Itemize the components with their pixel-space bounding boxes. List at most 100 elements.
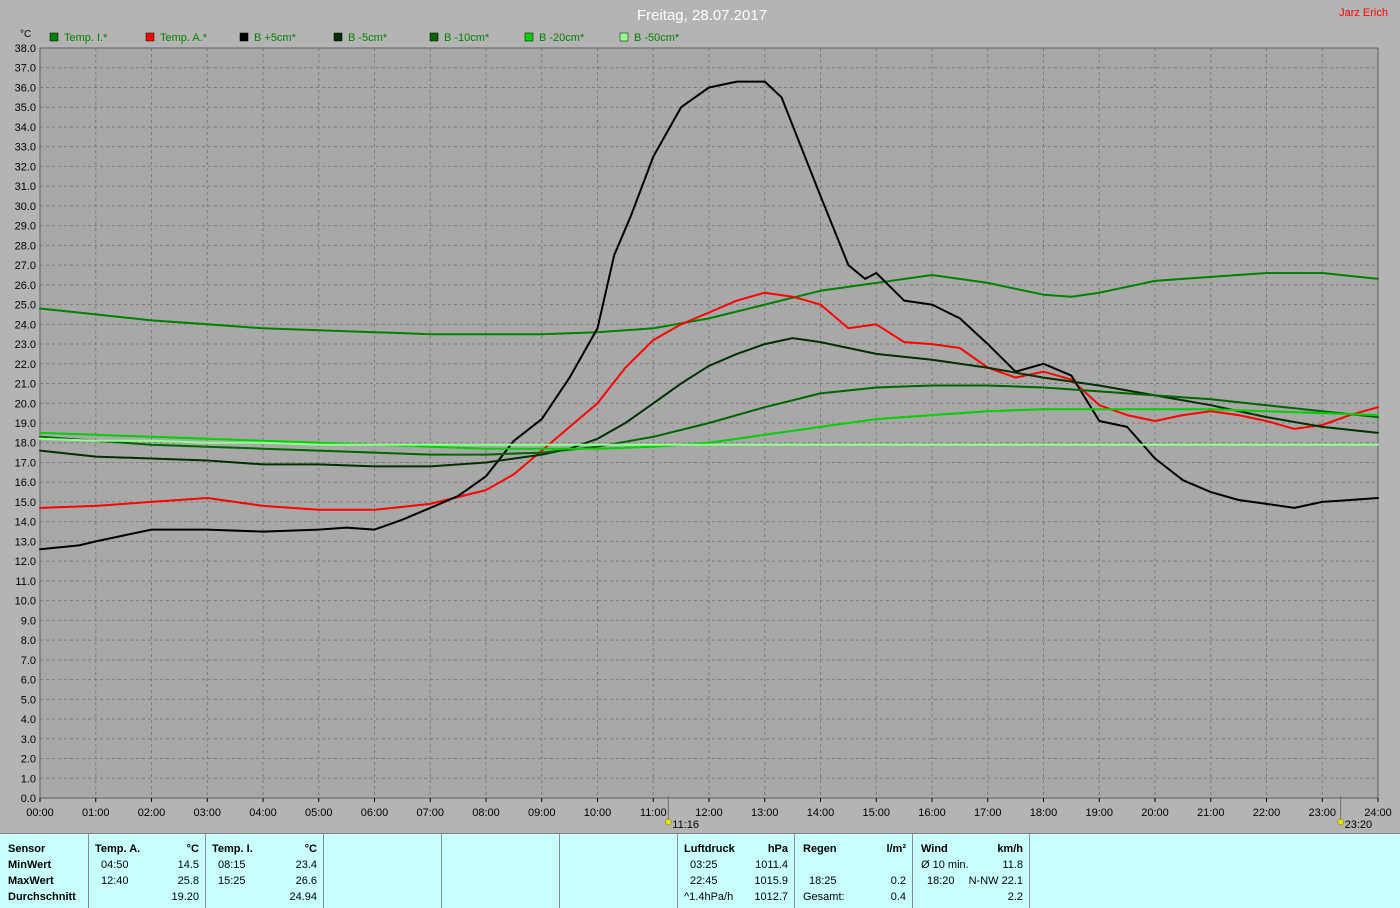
y-tick-label: 25.0	[15, 300, 36, 312]
x-tick-label: 05:00	[305, 807, 333, 819]
y-tick-label: 22.0	[15, 359, 36, 371]
y-tick-label: 19.0	[15, 418, 36, 430]
y-tick-label: 31.0	[15, 181, 36, 193]
temp-i-max-value: 26.6	[295, 875, 317, 887]
legend-swatch	[333, 32, 343, 42]
y-tick-label: 4.0	[21, 714, 36, 726]
pressure-unit: hPa	[767, 843, 788, 855]
y-tick-label: 7.0	[21, 655, 36, 667]
temp-a-max-value: 25.8	[177, 875, 199, 887]
legend-swatch	[239, 32, 249, 42]
y-tick-label: 14.0	[15, 517, 36, 529]
y-tick-label: 0.0	[21, 793, 36, 805]
x-tick-label: 17:00	[974, 807, 1002, 819]
rain-total-label: Gesamt:	[803, 891, 845, 903]
y-tick-label: 1.0	[21, 773, 36, 785]
wind-mean: 2.2	[1007, 891, 1023, 903]
rain-total: 0.4	[890, 891, 906, 903]
temp-a-min-time: 04:50	[101, 859, 129, 871]
sensor-header: Sensor	[8, 843, 46, 855]
x-tick-label: 04:00	[249, 807, 277, 819]
pressure-max-time: 22:45	[690, 875, 718, 887]
wind-header: Wind	[921, 843, 948, 855]
x-tick-label: 14:00	[807, 807, 835, 819]
y-tick-label: 33.0	[15, 142, 36, 154]
pressure-min-time: 03:25	[690, 859, 718, 871]
y-tick-label: 8.0	[21, 635, 36, 647]
pressure-min-value: 1011.4	[755, 859, 788, 871]
temp-i-max-time: 15:25	[218, 875, 246, 887]
rain-max-value: 0.2	[890, 875, 906, 887]
x-tick-label: 01:00	[82, 807, 110, 819]
sun-marker-label: 23:20	[1345, 819, 1373, 831]
legend-swatch	[619, 32, 629, 42]
x-tick-label: 19:00	[1085, 807, 1113, 819]
x-axis-ticks: 00:00 01:00 02:00 03:00 04:00 05:00 06:00 07:00…	[26, 798, 1392, 819]
temp-a-max-time: 12:40	[101, 875, 129, 887]
legend-label: Temp. I.*	[64, 32, 108, 44]
legend-label: Temp. A.*	[160, 32, 208, 44]
temp-a-average: 19.20	[171, 891, 199, 903]
legend-swatch	[429, 32, 439, 42]
y-tick-label: 37.0	[15, 63, 36, 75]
temp-i-unit: °C	[304, 843, 317, 855]
x-tick-label: 15:00	[862, 807, 890, 819]
x-tick-label: 13:00	[751, 807, 779, 819]
y-tick-label: 38.0	[15, 43, 36, 55]
y-tick-label: 24.0	[15, 319, 36, 331]
y-tick-label: 27.0	[15, 260, 36, 272]
y-tick-label: 13.0	[15, 536, 36, 548]
stats-col-empty-2	[442, 834, 560, 908]
stats-col-rain: Regen l/m² 18:25 0.2 Gesamt: 0.4	[795, 834, 913, 908]
x-tick-label: 18:00	[1030, 807, 1058, 819]
rain-max-time: 18:25	[809, 875, 837, 887]
stats-col-wind: Wind km/h Ø 10 min. 11.8 18:20 N-NW 22.1…	[913, 834, 1030, 908]
legend-label: B +5cm*	[254, 32, 297, 44]
x-tick-label: 09:00	[528, 807, 556, 819]
legend-label: B -10cm*	[444, 32, 490, 44]
temp-a-header: Temp. A.	[95, 843, 141, 855]
y-tick-label: 6.0	[21, 675, 36, 687]
y-tick-label: 17.0	[15, 457, 36, 469]
rain-header: Regen	[803, 843, 837, 855]
pressure-current: 1012.7	[754, 891, 788, 903]
temp-a-min-value: 14.5	[177, 859, 199, 871]
wind-avg-value: 11.8	[1002, 859, 1023, 871]
stats-col-sensor: Sensor MinWert MaxWert Durchschnitt	[0, 834, 89, 908]
y-tick-label: 10.0	[15, 596, 36, 608]
stats-col-pressure: Luftdruck hPa 03:25 1011.4 22:45 1015.9 …	[678, 834, 795, 908]
x-tick-label: 03:00	[193, 807, 221, 819]
temp-i-min-value: 23.4	[295, 859, 317, 871]
x-tick-label: 10:00	[584, 807, 612, 819]
rain-unit: l/m²	[886, 843, 906, 855]
y-tick-label: 20.0	[15, 398, 36, 410]
chart-title: Freitag, 28.07.2017	[637, 7, 767, 24]
legend-label: B -20cm*	[539, 32, 585, 44]
x-tick-label: 06:00	[361, 807, 389, 819]
stats-col-temp-a: Temp. A. °C 04:50 14.5 12:40 25.8 19.20	[89, 834, 206, 908]
y-tick-label: 9.0	[21, 615, 36, 627]
legend-label: B -50cm*	[634, 32, 680, 44]
wind-avg-label: Ø 10 min.	[921, 859, 969, 871]
y-tick-label: 15.0	[15, 497, 36, 509]
weather-chart: Freitag, 28.07.2017 Jarz Erich Temp. I.*…	[15, 7, 1392, 831]
legend-label: B -5cm*	[348, 32, 388, 44]
author-label: Jarz Erich	[1339, 7, 1388, 19]
durchschnitt-label: Durchschnitt	[8, 891, 76, 903]
x-tick-label: 08:00	[472, 807, 500, 819]
legend-swatch	[524, 32, 534, 42]
x-tick-label: 00:00	[26, 807, 54, 819]
y-tick-label: 5.0	[21, 694, 36, 706]
legend-swatch	[49, 32, 59, 42]
maxwert-label: MaxWert	[8, 875, 54, 887]
pressure-trend: ^1.4hPa/h	[684, 891, 734, 903]
statistics-panel: Sensor MinWert MaxWert Durchschnitt Temp…	[0, 833, 1400, 908]
x-tick-label: 21:00	[1197, 807, 1225, 819]
x-tick-label: 24:00	[1364, 807, 1392, 819]
temp-i-header: Temp. I.	[212, 843, 253, 855]
y-tick-label: 34.0	[15, 122, 36, 134]
y-tick-label: 16.0	[15, 477, 36, 489]
x-tick-label: 23:00	[1308, 807, 1336, 819]
y-tick-label: 12.0	[15, 556, 36, 568]
y-axis-unit: °C	[20, 29, 31, 40]
